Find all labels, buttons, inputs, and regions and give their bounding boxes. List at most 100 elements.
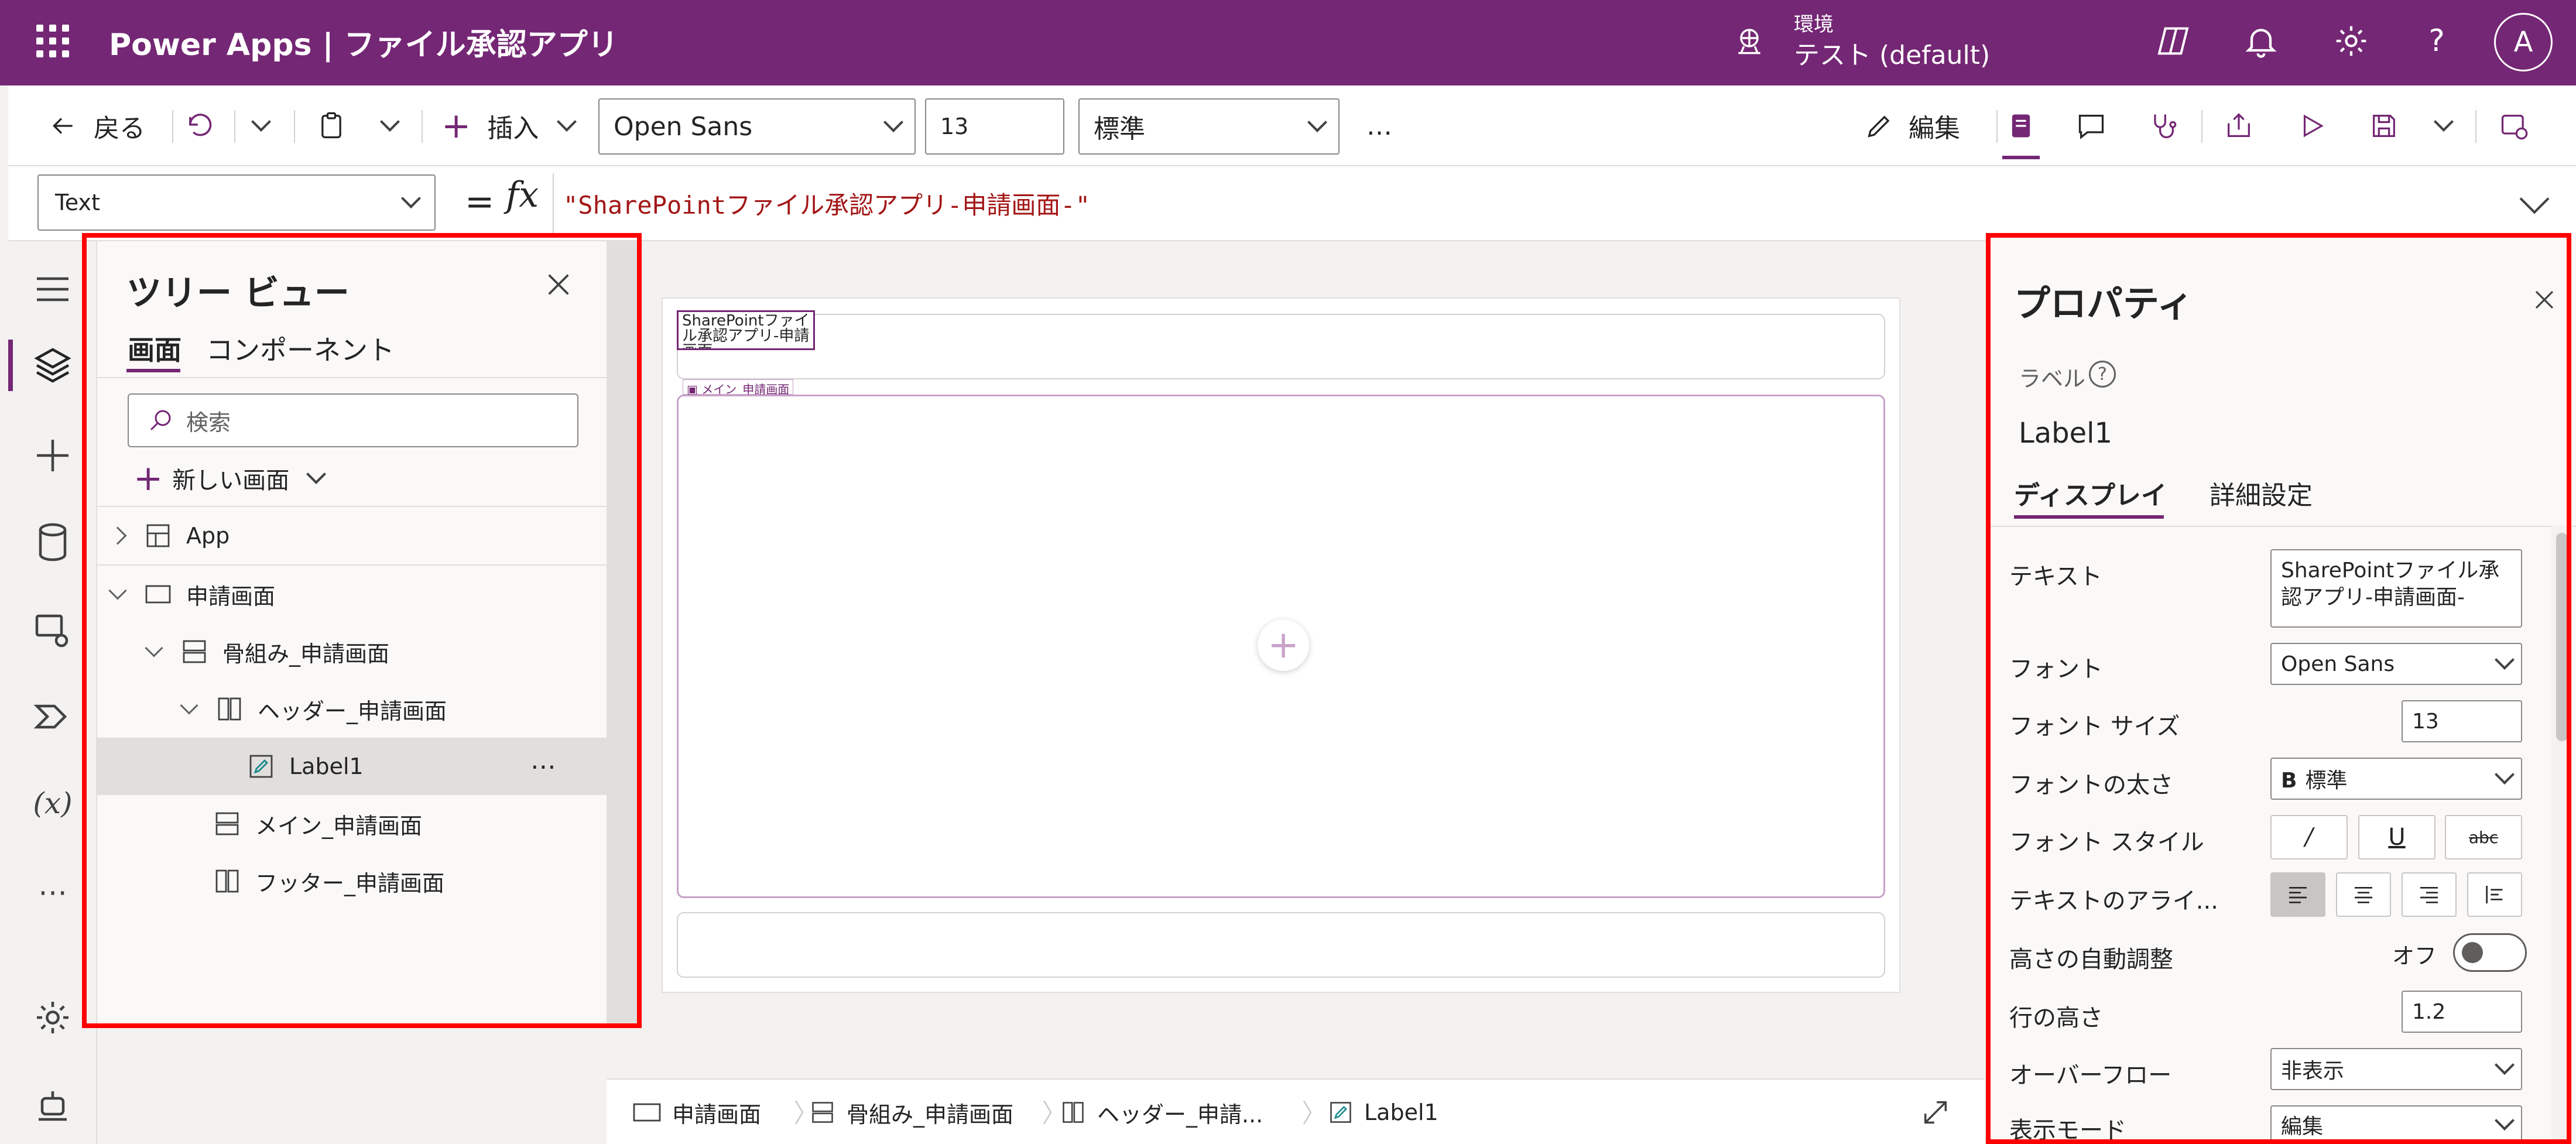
breadcrumb-screen[interactable]: 申請画面 (632, 1080, 761, 1144)
tree-node-label: App (186, 523, 230, 549)
font-weight-dropdown[interactable]: B 標準 (2270, 758, 2522, 800)
tree-node-skeleton[interactable]: 骨組み_申請画面 (97, 623, 607, 680)
chevron-right-icon (108, 526, 127, 545)
preview-play-button[interactable] (2297, 85, 2327, 166)
font-family-dropdown[interactable]: Open Sans (598, 98, 916, 155)
formula-expand-button[interactable] (2514, 183, 2555, 224)
font-size-input[interactable]: 13 (2402, 700, 2522, 742)
breadcrumb-skeleton[interactable]: 骨組み_申請画面 (808, 1080, 1013, 1144)
paste-button[interactable] (316, 85, 347, 166)
italic-button[interactable]: / (2270, 815, 2348, 859)
property-selector[interactable]: Text (37, 174, 436, 231)
media-icon[interactable] (32, 609, 74, 651)
app-checker-button[interactable] (2006, 85, 2036, 166)
paste-dropdown[interactable] (380, 85, 400, 166)
tree-node-header[interactable]: ヘッダー_申請画面 (97, 680, 607, 738)
insert-plus-icon[interactable] (32, 434, 74, 477)
control-name[interactable]: Label1 (2019, 417, 2112, 450)
tree-node-label: フッター_申請画面 (255, 870, 445, 896)
tree-search-input[interactable]: 検索 (128, 393, 578, 447)
hamburger-menu-icon[interactable] (32, 268, 74, 310)
breadcrumb-label1[interactable]: Label1 (1328, 1080, 1438, 1144)
align-justify-button[interactable] (2467, 872, 2522, 917)
display-mode-label: 表示モード (2009, 1117, 2126, 1144)
health-check-button[interactable] (2147, 85, 2178, 166)
pencil-icon (1868, 115, 1890, 138)
tab-display[interactable]: ディスプレイ (2014, 474, 2167, 512)
data-cylinder-icon[interactable] (32, 521, 74, 563)
canvas-footer-container[interactable] (677, 912, 1885, 978)
display-mode-dropdown[interactable]: 編集 (2270, 1105, 2522, 1144)
strikethrough-button[interactable]: abc (2445, 815, 2522, 859)
font-weight-dropdown[interactable]: 標準 (1078, 98, 1340, 155)
copilot-icon[interactable] (2154, 22, 2192, 60)
share-button[interactable] (2224, 85, 2254, 166)
app-launcher-icon[interactable] (36, 25, 69, 57)
fit-to-window-icon[interactable] (1920, 1097, 1951, 1128)
insert-button[interactable]: + 插入 (441, 85, 577, 166)
font-size-input[interactable]: 13 (925, 98, 1064, 155)
toolbar-divider (2475, 110, 2476, 143)
font-label: フォント (2009, 656, 2103, 683)
user-avatar[interactable]: A (2494, 13, 2553, 71)
environment-icon[interactable] (1733, 26, 1766, 59)
settings-gear-icon[interactable] (2332, 22, 2370, 60)
help-icon[interactable]: ? (2089, 361, 2116, 388)
tree-node-label1[interactable]: Label1 ⋯ (97, 738, 607, 795)
canvas-header-container[interactable] (677, 314, 1885, 379)
align-right-button[interactable] (2402, 872, 2457, 917)
divider (1986, 526, 2576, 527)
node-more-button[interactable]: ⋯ (530, 752, 556, 782)
chevron-down-icon (557, 112, 577, 132)
tree-scrollbar[interactable] (607, 241, 639, 1026)
undo-dropdown[interactable] (251, 85, 271, 166)
tree-node-app[interactable]: App (97, 507, 607, 564)
variables-icon[interactable]: (x) (32, 782, 74, 824)
rail-settings-gear-icon[interactable] (32, 996, 74, 1039)
close-icon[interactable] (542, 268, 575, 301)
virtual-agent-icon[interactable] (32, 1084, 74, 1126)
canvas-add-button[interactable]: + (1258, 619, 1309, 671)
breadcrumb-separator-icon (1043, 1101, 1052, 1124)
tree-node-screen[interactable]: 申請画面 (97, 566, 607, 623)
environment-selector[interactable]: テスト (default) (1794, 34, 1990, 71)
save-disk-icon (2373, 115, 2395, 137)
undo-button[interactable] (184, 85, 214, 166)
line-height-input[interactable]: 1.2 (2402, 991, 2522, 1033)
publish-button[interactable] (2499, 85, 2529, 166)
line-height-label: 行の高さ (2009, 1005, 2103, 1032)
breadcrumb-label: 申請画面 (672, 1101, 762, 1128)
chevron-down-icon (2434, 112, 2454, 132)
power-automate-icon[interactable] (32, 696, 74, 738)
tree-view-layers-icon[interactable] (32, 344, 74, 386)
help-icon[interactable]: ? (2418, 22, 2455, 60)
text-value-input[interactable]: SharePointファイル承認アプリ-申請画面- (2270, 549, 2522, 628)
align-center-button[interactable] (2336, 872, 2391, 917)
tree-node-footer[interactable]: フッター_申請画面 (97, 852, 607, 910)
edit-button[interactable]: 編集 (1864, 85, 1960, 166)
properties-scrollbar-thumb[interactable] (2556, 533, 2568, 741)
tree-node-main[interactable]: メイン_申請画面 (97, 795, 607, 852)
auto-height-toggle[interactable] (2453, 933, 2527, 972)
tab-advanced[interactable]: 詳細設定 (2210, 474, 2313, 512)
align-left-button[interactable] (2270, 872, 2325, 917)
more-commands-button[interactable]: … (1366, 85, 1392, 166)
canvas-label1[interactable]: SharePointファイル承認アプリ-申請画面 (677, 310, 815, 350)
close-icon[interactable] (2530, 286, 2558, 314)
overflow-dropdown[interactable]: 非表示 (2270, 1048, 2522, 1090)
breadcrumb-header[interactable]: ヘッダー_申請... (1059, 1080, 1263, 1144)
notification-bell-icon[interactable] (2242, 22, 2280, 60)
chevron-down-icon (145, 639, 163, 657)
underline-button[interactable]: U (2358, 815, 2435, 859)
new-screen-button[interactable]: + 新しい画面 (133, 458, 327, 499)
comments-button[interactable] (2076, 85, 2106, 166)
back-button[interactable]: 戻る (48, 85, 145, 166)
more-rail-icon[interactable]: ⋯ (32, 871, 74, 913)
save-dropdown[interactable] (2434, 85, 2454, 166)
tab-components[interactable]: コンポーネント (206, 329, 395, 368)
formula-input[interactable]: "SharePointファイル承認アプリ-申請画面-" (553, 173, 2496, 233)
save-button[interactable] (2369, 85, 2399, 166)
tab-screens[interactable]: 画面 (128, 329, 181, 368)
plus-icon: + (133, 458, 163, 499)
font-dropdown[interactable]: Open Sans (2270, 643, 2522, 685)
